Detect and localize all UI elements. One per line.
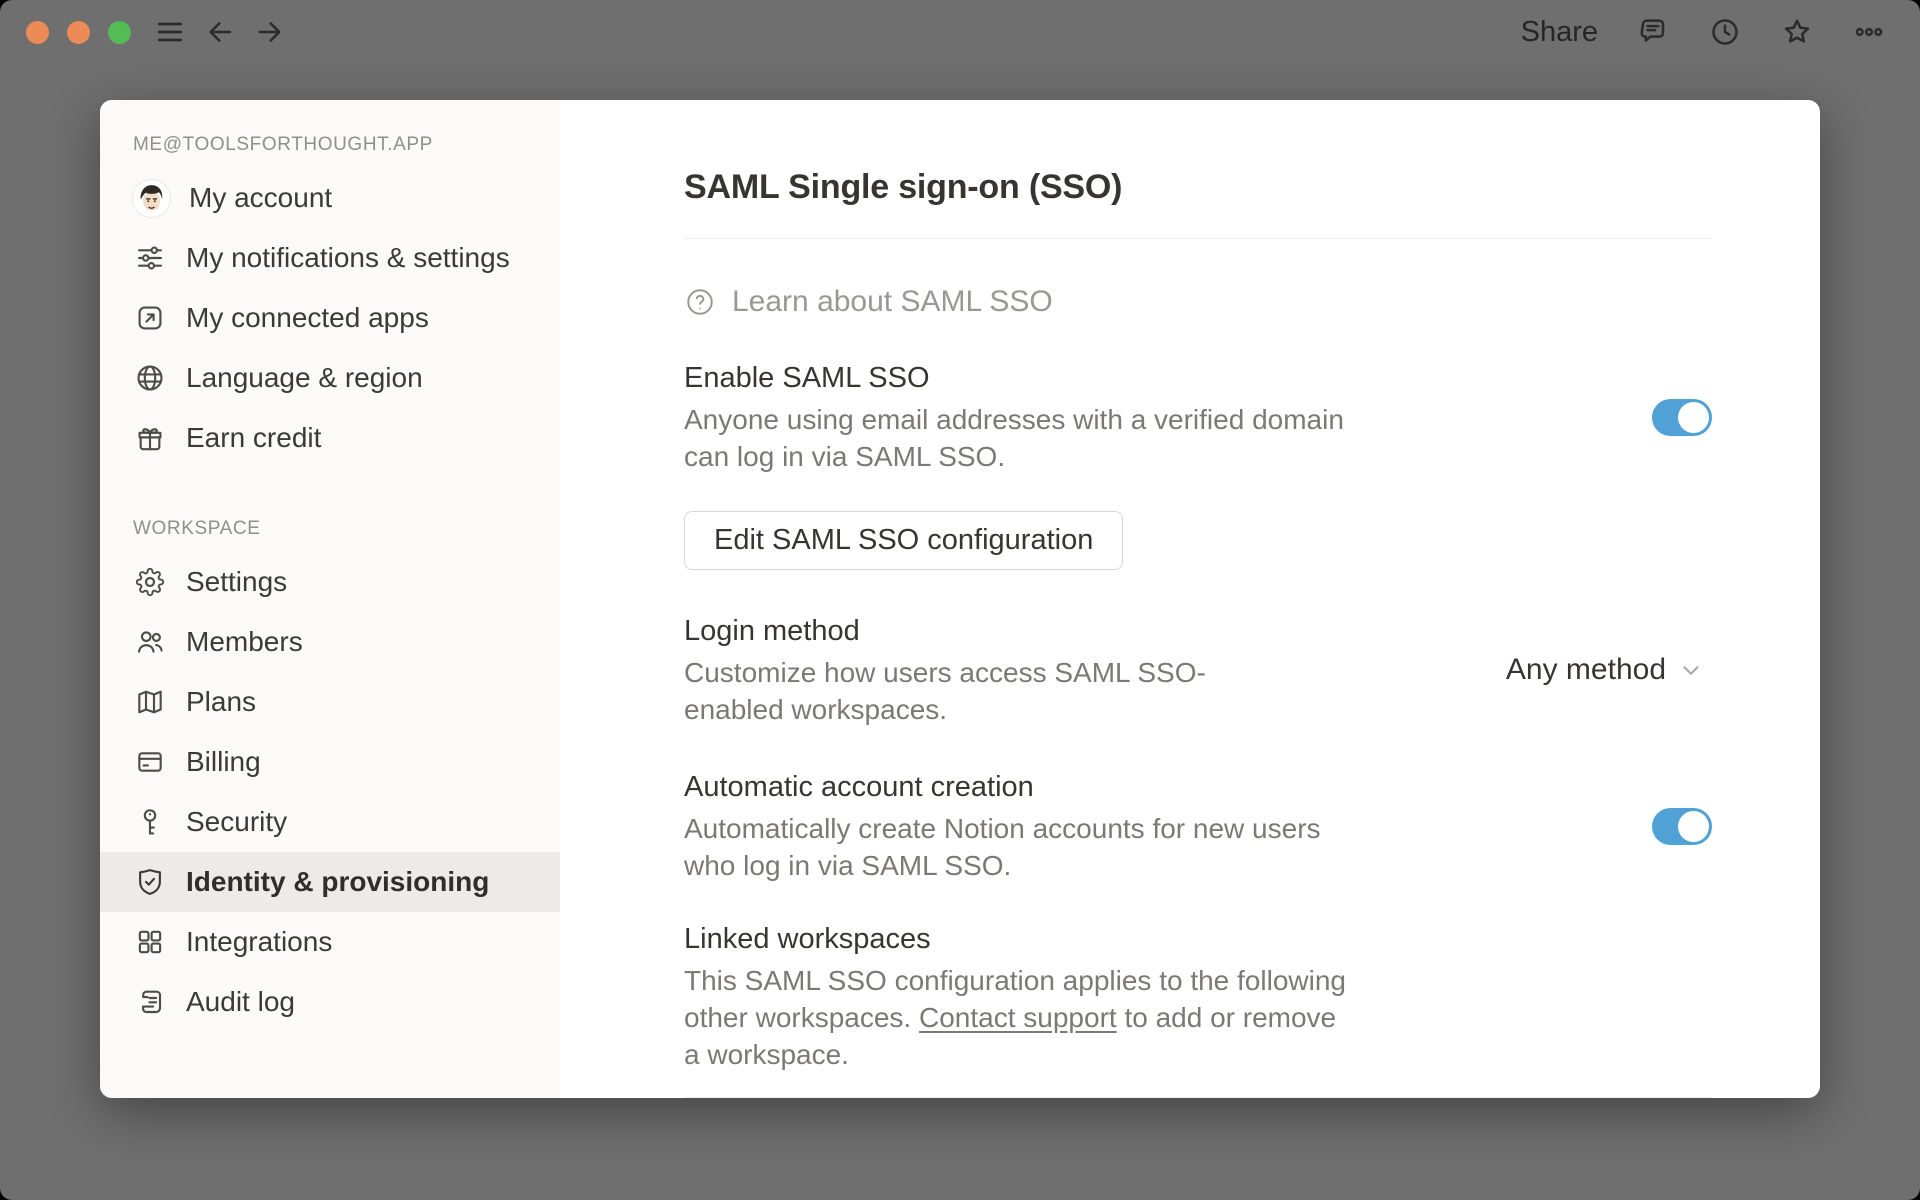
sidebar-item-label: Integrations bbox=[186, 926, 333, 957]
page-title: SAML Single sign-on (SSO) bbox=[684, 168, 1123, 206]
automatic-account-creation-row: Automatic account creation Automatically… bbox=[684, 768, 1712, 884]
learn-about-saml-link[interactable]: Learn about SAML SSO bbox=[684, 285, 1712, 319]
sidebar-item-language-region[interactable]: Language & region bbox=[100, 348, 560, 408]
star-icon[interactable] bbox=[1780, 15, 1814, 49]
sidebar-item-identity-provisioning[interactable]: Identity & provisioning bbox=[100, 852, 560, 912]
comment-icon[interactable] bbox=[1636, 15, 1670, 49]
linked-workspaces-description: This SAML SSO configuration applies to t… bbox=[684, 965, 1346, 1070]
linked-workspaces-row: Linked workspaces This SAML SSO configur… bbox=[684, 920, 1712, 1073]
scroll-icon bbox=[133, 985, 167, 1019]
sidebar-item-members[interactable]: Members bbox=[100, 612, 560, 672]
sidebar-item-label: Audit log bbox=[186, 986, 295, 1017]
enable-saml-row: Enable SAML SSO Anyone using email addre… bbox=[684, 359, 1712, 475]
forward-arrow-icon[interactable] bbox=[253, 15, 287, 49]
login-method-row: Login method Customize how users access … bbox=[684, 612, 1712, 728]
settings-modal: ME@TOOLSFORTHOUGHT.APP My account My not… bbox=[100, 100, 1820, 1098]
avatar bbox=[133, 179, 170, 217]
sidebar-item-my-account[interactable]: My account bbox=[100, 168, 560, 228]
account-section-label: ME@TOOLSFORTHOUGHT.APP bbox=[133, 134, 433, 155]
enable-saml-title: Enable SAML SSO bbox=[684, 362, 930, 394]
minimize-window-button[interactable] bbox=[67, 20, 90, 44]
learn-link-label: Learn about SAML SSO bbox=[732, 285, 1053, 318]
sidebar-item-audit-log[interactable]: Audit log bbox=[100, 972, 560, 1032]
login-method-title: Login method bbox=[684, 615, 860, 647]
sidebar-item-integrations[interactable]: Integrations bbox=[100, 912, 560, 972]
traffic-lights bbox=[26, 20, 131, 44]
sidebar-item-security[interactable]: Security bbox=[100, 792, 560, 852]
sidebar-item-label: Identity & provisioning bbox=[186, 866, 490, 897]
map-icon bbox=[133, 685, 167, 719]
history-clock-icon[interactable] bbox=[1708, 15, 1742, 49]
auto-account-toggle[interactable] bbox=[1652, 807, 1712, 845]
members-icon bbox=[133, 625, 167, 659]
auto-account-title: Automatic account creation bbox=[684, 771, 1034, 803]
sidebar-item-label: Settings bbox=[186, 566, 288, 597]
titlebar: Share bbox=[0, 0, 1920, 64]
login-method-selected-value: Any method bbox=[1505, 653, 1666, 686]
sidebar-item-label: My connected apps bbox=[186, 302, 429, 333]
contact-support-link[interactable]: Contact support bbox=[919, 1002, 1117, 1033]
edit-saml-configuration-button[interactable]: Edit SAML SSO configuration bbox=[684, 511, 1124, 570]
question-circle-icon bbox=[687, 289, 713, 315]
ellipsis-icon[interactable] bbox=[1852, 15, 1886, 49]
back-arrow-icon[interactable] bbox=[203, 15, 237, 49]
settings-sidebar: ME@TOOLSFORTHOUGHT.APP My account My not… bbox=[100, 100, 560, 1098]
gift-icon bbox=[133, 421, 167, 455]
grid-icon bbox=[133, 925, 167, 959]
sidebar-item-label: Language & region bbox=[186, 362, 423, 393]
credit-card-icon bbox=[133, 745, 167, 779]
login-method-dropdown[interactable]: Any method bbox=[1506, 653, 1704, 687]
divider bbox=[684, 1097, 1712, 1098]
close-window-button[interactable] bbox=[26, 20, 49, 44]
arrow-up-right-square-icon bbox=[133, 301, 167, 335]
sidebar-item-notifications-settings[interactable]: My notifications & settings bbox=[100, 228, 560, 288]
sidebar-item-billing[interactable]: Billing bbox=[100, 732, 560, 792]
sidebar-item-label: My notifications & settings bbox=[186, 242, 510, 273]
sidebar-item-label: Earn credit bbox=[186, 422, 322, 453]
sliders-icon bbox=[133, 241, 167, 275]
app-window: Share ME@TOOLSFORTHOUGHT.APP My account … bbox=[0, 0, 1920, 1200]
workspace-section-label: WORKSPACE bbox=[133, 518, 261, 539]
shield-check-icon bbox=[133, 865, 167, 899]
hamburger-icon[interactable] bbox=[153, 15, 187, 49]
key-icon bbox=[133, 805, 167, 839]
enable-saml-toggle[interactable] bbox=[1652, 398, 1712, 436]
enable-saml-description: Anyone using email addresses with a veri… bbox=[684, 404, 1344, 472]
chevron-down-icon bbox=[1683, 666, 1699, 675]
zoom-window-button[interactable] bbox=[108, 20, 131, 44]
sidebar-item-label: Billing bbox=[186, 746, 261, 777]
share-button[interactable]: Share bbox=[1521, 16, 1598, 49]
sidebar-item-label: Plans bbox=[186, 686, 257, 717]
sidebar-item-label: My account bbox=[189, 182, 333, 213]
sidebar-item-label: Security bbox=[186, 806, 288, 837]
login-method-description: Customize how users access SAML SSO-enab… bbox=[684, 657, 1206, 725]
sidebar-item-plans[interactable]: Plans bbox=[100, 672, 560, 732]
globe-icon bbox=[133, 361, 167, 395]
sidebar-item-label: Members bbox=[186, 626, 303, 657]
settings-content: SAML Single sign-on (SSO) Learn about SA… bbox=[560, 100, 1820, 1098]
sidebar-item-earn-credit[interactable]: Earn credit bbox=[100, 408, 560, 468]
gear-icon bbox=[133, 565, 167, 599]
linked-workspaces-title: Linked workspaces bbox=[684, 923, 931, 955]
sidebar-item-connected-apps[interactable]: My connected apps bbox=[100, 288, 560, 348]
divider bbox=[684, 238, 1712, 239]
auto-account-description: Automatically create Notion accounts for… bbox=[684, 813, 1321, 881]
sidebar-item-settings[interactable]: Settings bbox=[100, 552, 560, 612]
